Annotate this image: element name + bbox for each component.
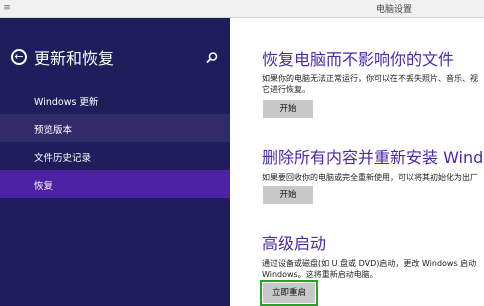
window-title: 电脑设置 xyxy=(376,5,413,15)
sidebar-item-recovery[interactable]: 恢复 xyxy=(0,170,230,198)
restart-now-button[interactable]: 立即重启 xyxy=(260,280,318,306)
section-desc-line: Windows。这将重新启动电脑。 xyxy=(262,270,378,279)
section-desc-line: 通过设备或磁盘(如 U 盘或 DVD)启动，更改 Windows 启动 xyxy=(262,259,477,268)
sidebar-item-label: 预览版本 xyxy=(34,125,73,136)
main-content: 恢复电脑而不影响你的文件 如果你的电脑无法正常运行，你可以在不丢失照片、音乐、视… xyxy=(230,18,484,306)
window-menu-icon[interactable]: ≡ xyxy=(0,1,14,15)
section-title-refresh: 恢复电脑而不影响你的文件 xyxy=(262,50,455,69)
section-desc-line: 如果你的电脑无法正常运行，你可以在不丢失照片、音乐、视 xyxy=(262,74,478,83)
sidebar-title: 更新和恢复 xyxy=(34,49,115,68)
section-desc-line: 它进行恢复。 xyxy=(262,85,310,94)
sidebar: ← 更新和恢复 Windows 更新 预览版本 文件历史记录 恢复 xyxy=(0,18,230,306)
section-desc-line: 如果要回收你的电脑或完全重新使用，可以将其初始化为出厂 xyxy=(262,173,478,182)
sidebar-item-preview-build[interactable]: 预览版本 xyxy=(0,114,230,142)
sidebar-item-file-history[interactable]: 文件历史记录 xyxy=(0,142,230,170)
search-icon[interactable] xyxy=(205,51,219,65)
section-title-reset: 删除所有内容并重新安装 Windows xyxy=(262,148,484,167)
section-title-advanced-startup: 高级启动 xyxy=(262,234,327,253)
sidebar-item-label: 恢复 xyxy=(34,181,54,192)
sidebar-item-windows-update[interactable]: Windows 更新 xyxy=(0,86,230,114)
start-refresh-button[interactable]: 开始 xyxy=(263,100,313,118)
sidebar-item-label: 文件历史记录 xyxy=(34,153,92,164)
back-arrow-icon[interactable]: ← xyxy=(11,49,27,65)
start-reset-button[interactable]: 开始 xyxy=(263,186,313,204)
sidebar-item-label: Windows 更新 xyxy=(34,97,99,108)
title-bar: ≡ 电脑设置 xyxy=(0,0,484,18)
